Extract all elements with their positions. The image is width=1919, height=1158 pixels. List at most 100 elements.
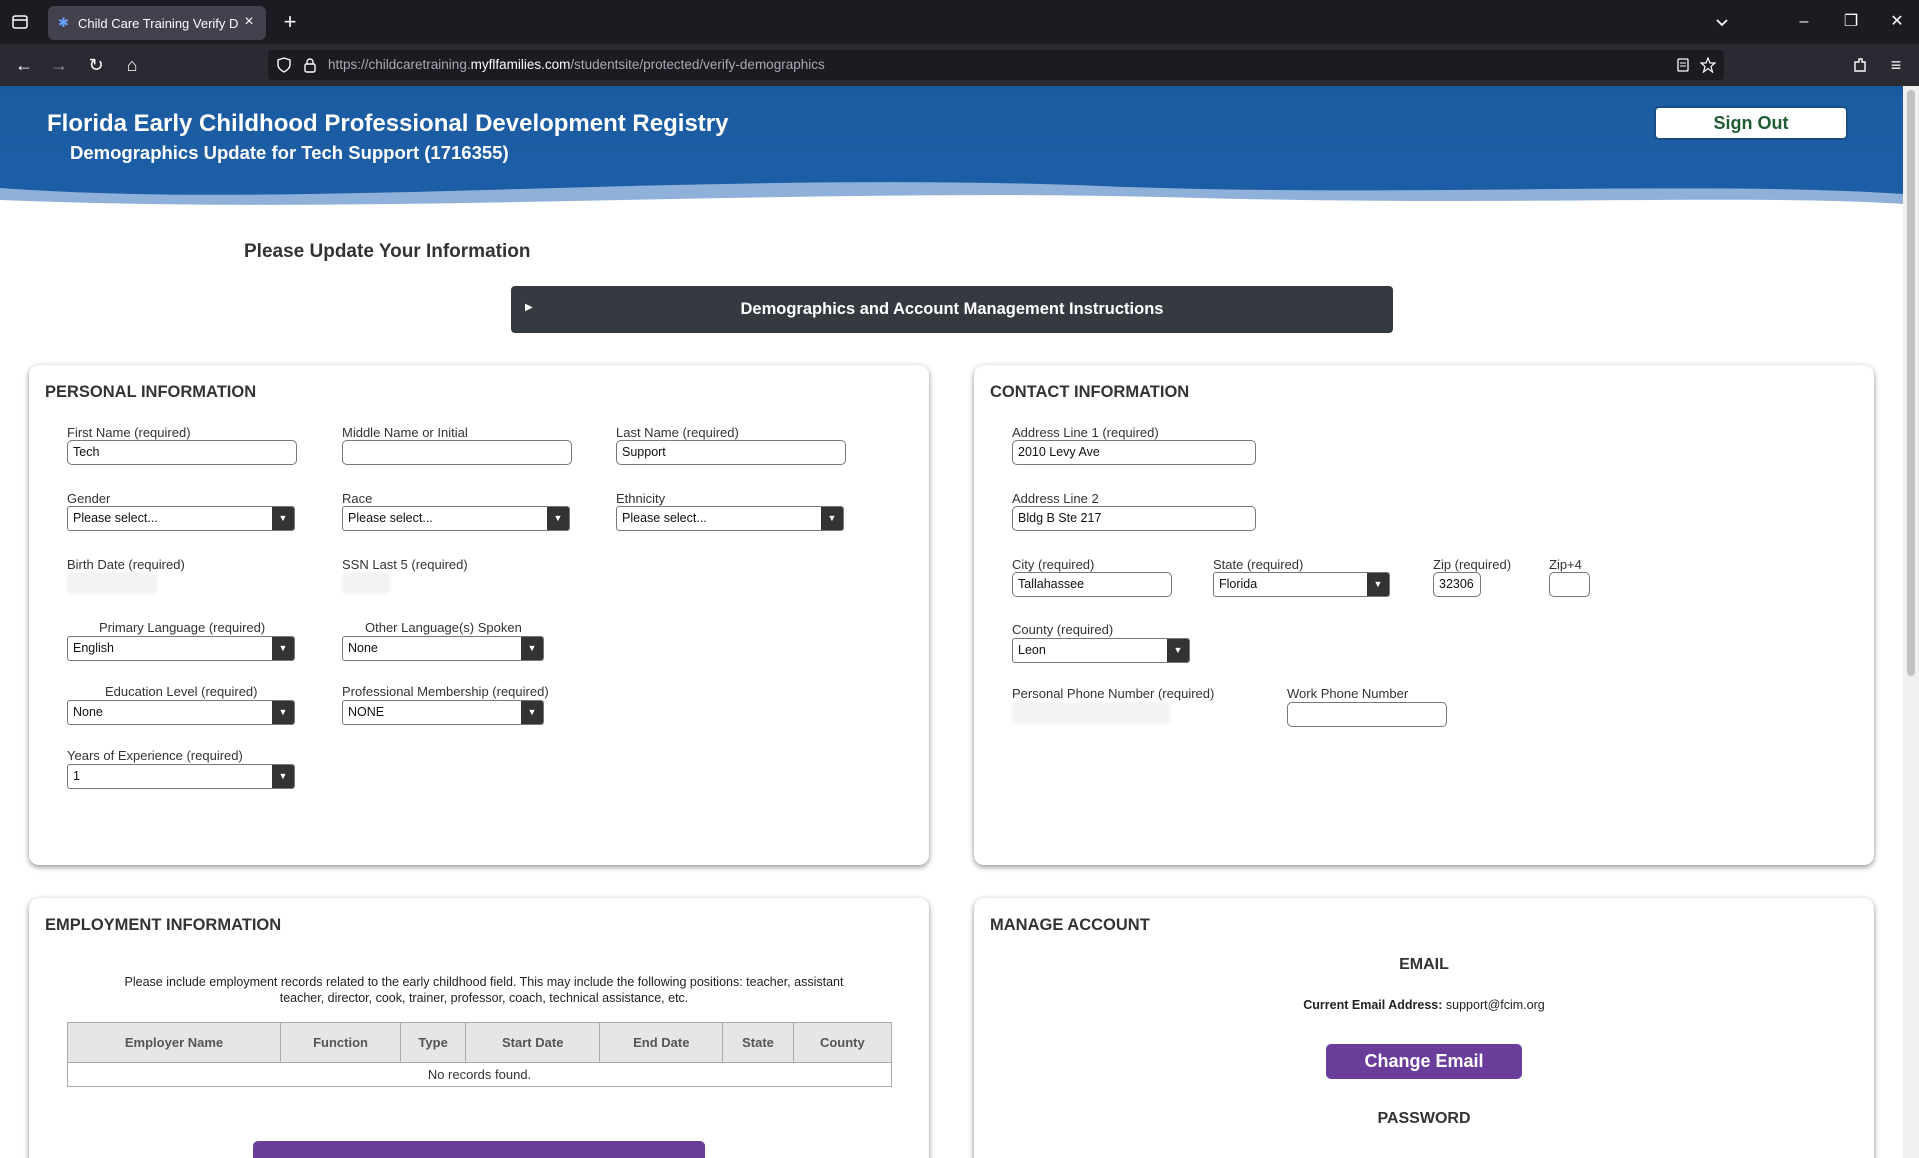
other-language-select[interactable]: None ▼ xyxy=(342,636,544,661)
birth-date-label: Birth Date (required) xyxy=(67,557,185,572)
url-text: https://childcaretraining.myflfamilies.c… xyxy=(328,57,825,72)
list-all-tabs-icon[interactable] xyxy=(10,12,30,32)
membership-select[interactable]: NONE ▼ xyxy=(342,700,544,725)
site-favicon-icon: ✱ xyxy=(58,15,69,30)
instructions-label: Demographics and Account Management Inst… xyxy=(740,300,1164,318)
sign-out-button[interactable]: Sign Out xyxy=(1654,106,1848,140)
instructions-accordion[interactable]: ▶ Demographics and Account Management In… xyxy=(511,286,1393,333)
education-label: Education Level (required) xyxy=(105,684,258,699)
city-field[interactable]: Tallahassee xyxy=(1012,572,1172,597)
table-header-row: Employer Name Function Type Start Date E… xyxy=(66,1022,893,1063)
dropdown-arrow-icon: ▼ xyxy=(272,765,294,788)
county-select[interactable]: Leon ▼ xyxy=(1012,638,1190,663)
card-title: PERSONAL INFORMATION xyxy=(45,383,257,401)
ssn-label: SSN Last 5 (required) xyxy=(342,557,468,572)
web-page: Florida Early Childhood Professional Dev… xyxy=(0,86,1903,1158)
gender-select[interactable]: Please select... ▼ xyxy=(67,506,295,531)
ethnicity-select[interactable]: Please select... ▼ xyxy=(616,506,844,531)
work-phone-field[interactable] xyxy=(1287,702,1447,727)
first-name-field[interactable]: Tech xyxy=(67,440,297,465)
card-title: EMPLOYMENT INFORMATION xyxy=(45,916,282,934)
personal-phone-field-redacted[interactable] xyxy=(1012,702,1170,724)
address2-field[interactable]: Bldg B Ste 217 xyxy=(1012,506,1256,531)
card-title: CONTACT INFORMATION xyxy=(990,383,1190,401)
address1-label: Address Line 1 (required) xyxy=(1012,425,1159,440)
zip-field[interactable]: 32306 xyxy=(1433,572,1481,597)
tab-title: Child Care Training Verify Demo xyxy=(78,16,238,31)
address-bar[interactable]: https://childcaretraining.myflfamilies.c… xyxy=(268,50,1724,80)
menu-icon[interactable]: ≡ xyxy=(1884,53,1908,77)
manage-account-card: MANAGE ACCOUNT EMAIL Current Email Addre… xyxy=(974,898,1874,1158)
ssn-field-redacted[interactable] xyxy=(342,572,390,594)
dropdown-arrow-icon: ▼ xyxy=(821,507,843,530)
birth-date-field-redacted[interactable] xyxy=(67,572,157,594)
gender-label: Gender xyxy=(67,491,111,506)
state-label: State (required) xyxy=(1213,557,1304,572)
browser-nav-bar: ← → ↻ ⌂ https://childcaretraining.myflfa… xyxy=(0,44,1919,86)
dropdown-arrow-icon: ▼ xyxy=(1367,573,1389,596)
shield-icon[interactable] xyxy=(276,57,292,73)
address2-label: Address Line 2 xyxy=(1012,491,1099,506)
column-header[interactable]: Type xyxy=(400,1022,467,1063)
back-icon[interactable]: ← xyxy=(12,53,36,77)
last-name-field[interactable]: Support xyxy=(616,440,846,465)
experience-label: Years of Experience (required) xyxy=(67,748,243,763)
header-wave-decoration xyxy=(0,182,1903,216)
dropdown-arrow-icon: ▼ xyxy=(272,507,294,530)
column-header[interactable]: State xyxy=(722,1022,794,1063)
empty-message: No records found. xyxy=(67,1062,892,1087)
email-heading: EMAIL xyxy=(1399,956,1449,973)
new-tab-icon[interactable]: + xyxy=(278,10,302,34)
column-header[interactable]: County xyxy=(792,1022,893,1063)
page-title: Please Update Your Information xyxy=(244,241,531,262)
add-employment-button[interactable] xyxy=(253,1141,705,1158)
contact-info-card: CONTACT INFORMATION Address Line 1 (requ… xyxy=(974,365,1874,865)
education-select[interactable]: None ▼ xyxy=(67,700,295,725)
personal-phone-label: Personal Phone Number (required) xyxy=(1012,686,1215,701)
middle-name-field[interactable] xyxy=(342,440,572,465)
zip4-field[interactable] xyxy=(1549,572,1590,597)
page-scrollbar[interactable] xyxy=(1903,86,1919,1158)
middle-name-label: Middle Name or Initial xyxy=(342,425,468,440)
race-select[interactable]: Please select... ▼ xyxy=(342,506,570,531)
password-heading: PASSWORD xyxy=(1377,1110,1471,1127)
experience-select[interactable]: 1 ▼ xyxy=(67,764,295,789)
column-header[interactable]: Function xyxy=(280,1022,402,1063)
minimize-icon[interactable]: – xyxy=(1792,10,1816,34)
last-name-label: Last Name (required) xyxy=(616,425,739,440)
employment-description: Please include employment records relate… xyxy=(124,975,844,1005)
page-subtitle: Demographics Update for Tech Support (17… xyxy=(70,142,509,163)
scrollbar-thumb[interactable] xyxy=(1907,90,1915,676)
column-header[interactable]: Start Date xyxy=(465,1022,601,1063)
ethnicity-label: Ethnicity xyxy=(616,491,666,506)
lock-icon[interactable] xyxy=(302,57,318,73)
column-header[interactable]: End Date xyxy=(599,1022,724,1063)
primary-language-select[interactable]: English ▼ xyxy=(67,636,295,661)
registry-title: Florida Early Childhood Professional Dev… xyxy=(47,110,729,137)
forward-icon[interactable]: → xyxy=(47,53,71,77)
current-email: Current Email Address: support@fcim.org xyxy=(1303,998,1545,1012)
table-row: No records found. xyxy=(67,1062,892,1087)
primary-language-label: Primary Language (required) xyxy=(99,620,266,635)
home-icon[interactable]: ⌂ xyxy=(120,53,144,77)
reader-view-icon[interactable] xyxy=(1675,57,1691,73)
zip4-label: Zip+4 xyxy=(1549,557,1582,572)
dropdown-arrow-icon: ▼ xyxy=(1167,639,1189,662)
dropdown-arrow-icon: ▼ xyxy=(272,637,294,660)
restore-icon[interactable]: ❐ xyxy=(1839,10,1863,34)
change-email-button[interactable]: Change Email xyxy=(1326,1044,1522,1079)
bookmark-star-icon[interactable] xyxy=(1699,56,1717,74)
close-window-icon[interactable]: ✕ xyxy=(1885,10,1909,34)
column-header[interactable]: Employer Name xyxy=(66,1022,282,1063)
reload-icon[interactable]: ↻ xyxy=(84,53,108,77)
address1-field[interactable]: 2010 Levy Ave xyxy=(1012,440,1256,465)
extensions-icon[interactable] xyxy=(1848,53,1872,77)
employment-table: Employer Name Function Type Start Date E… xyxy=(66,1022,893,1087)
work-phone-label: Work Phone Number xyxy=(1287,686,1409,701)
employment-info-card: EMPLOYMENT INFORMATION Please include em… xyxy=(29,898,929,1158)
browser-tab-active[interactable]: ✱ Child Care Training Verify Demo × xyxy=(48,6,266,40)
close-tab-icon[interactable]: × xyxy=(240,13,258,31)
dropdown-arrow-icon: ▼ xyxy=(521,701,543,724)
chevron-down-icon[interactable] xyxy=(1712,12,1732,32)
state-select[interactable]: Florida ▼ xyxy=(1213,572,1390,597)
